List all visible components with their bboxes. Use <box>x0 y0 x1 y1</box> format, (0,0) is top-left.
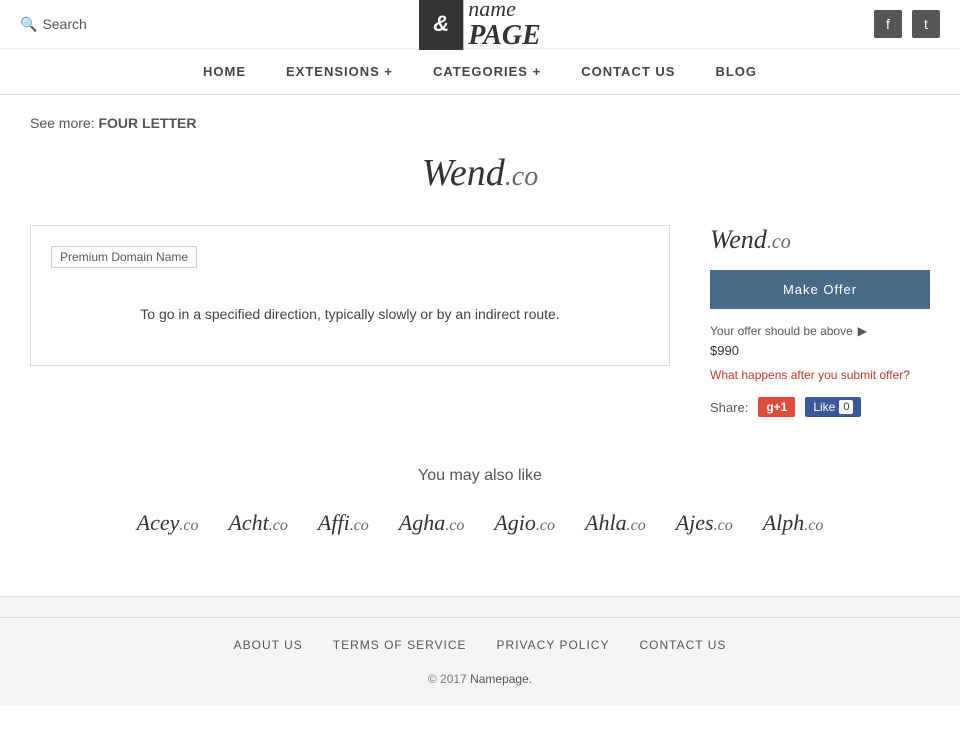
social-icons: f t <box>874 10 940 38</box>
google-plus-button[interactable]: g+1 <box>758 397 795 417</box>
footer-links: ABOUT US TERMS OF SERVICE PRIVACY POLICY… <box>0 638 960 652</box>
search-label: Search <box>42 16 86 32</box>
nav-item-blog[interactable]: BLOG <box>715 64 757 79</box>
fb-count: 0 <box>839 400 853 414</box>
item-tld: .co <box>269 517 288 534</box>
logo-text: name PAGE <box>468 0 541 52</box>
nav-item-home[interactable]: HOME <box>203 64 246 79</box>
left-panel: Premium Domain Name To go in a specified… <box>30 225 670 366</box>
main-layout: Premium Domain Name To go in a specified… <box>30 225 930 417</box>
item-tld: .co <box>804 517 823 534</box>
share-row: Share: g+1 Like 0 <box>710 397 930 417</box>
copyright: © 2017 Namepage. <box>0 672 960 686</box>
item-name: Alph <box>763 510 805 535</box>
breadcrumb-prefix: See more: <box>30 115 95 131</box>
logo-page: PAGE <box>468 21 541 52</box>
offer-hint: Your offer should be above ▶ <box>710 324 930 338</box>
twitter-icon[interactable]: t <box>912 10 940 38</box>
item-tld: .co <box>350 517 369 534</box>
arrow-icon: ▶ <box>858 324 867 338</box>
list-item[interactable]: Alph.co <box>763 510 824 536</box>
logo-link[interactable]: & name PAGE <box>419 0 541 52</box>
item-name: Acey <box>137 510 180 535</box>
brand-link[interactable]: Namepage. <box>470 672 532 686</box>
facebook-icon[interactable]: f <box>874 10 902 38</box>
also-like-grid: Acey.co Acht.co Affi.co Agha.co Agio.co … <box>30 510 930 536</box>
make-offer-button[interactable]: Make Offer <box>710 270 930 309</box>
list-item[interactable]: Acht.co <box>228 510 287 536</box>
site-header: 🔍 Search & name PAGE f t <box>0 0 960 49</box>
domain-name-large: Wend <box>422 152 505 194</box>
domain-heading: Wend.co <box>710 225 930 255</box>
copyright-year: © 2017 <box>428 672 467 686</box>
facebook-like-button[interactable]: Like 0 <box>805 397 861 417</box>
list-item[interactable]: Agio.co <box>494 510 555 536</box>
item-tld: .co <box>714 517 733 534</box>
item-tld: .co <box>445 517 464 534</box>
domain-tld: .co <box>767 231 791 253</box>
item-name: Ahla <box>585 510 627 535</box>
logo[interactable]: & name PAGE <box>419 0 541 52</box>
what-happens-link[interactable]: What happens after you submit offer? <box>710 368 930 382</box>
domain-title-large: Wend.co <box>30 151 930 195</box>
search-icon: 🔍 <box>20 16 37 33</box>
item-name: Agha <box>399 510 445 535</box>
domain-name: Wend <box>710 225 767 254</box>
share-label: Share: <box>710 400 748 415</box>
footer-link-about[interactable]: ABOUT US <box>234 638 303 652</box>
premium-label: Premium Domain Name <box>51 246 197 268</box>
item-name: Affi <box>318 510 350 535</box>
footer-link-terms[interactable]: TERMS OF SERVICE <box>333 638 467 652</box>
list-item[interactable]: Ajes.co <box>676 510 733 536</box>
logo-icon: & <box>419 0 463 50</box>
main-content: See more: FOUR LETTER Wend.co Premium Do… <box>0 95 960 556</box>
list-item[interactable]: Affi.co <box>318 510 369 536</box>
right-panel: Wend.co Make Offer Your offer should be … <box>710 225 930 417</box>
also-like-section: You may also like Acey.co Acht.co Affi.c… <box>30 467 930 536</box>
item-tld: .co <box>627 517 646 534</box>
offer-hint-text: Your offer should be above <box>710 324 853 338</box>
main-nav: HOME EXTENSIONS + CATEGORIES + CONTACT U… <box>0 49 960 95</box>
item-tld: .co <box>179 517 198 534</box>
fb-like-label: Like <box>813 400 835 414</box>
list-item[interactable]: Agha.co <box>399 510 465 536</box>
nav-item-contact[interactable]: CONTACT US <box>581 64 675 79</box>
list-item[interactable]: Ahla.co <box>585 510 646 536</box>
breadcrumb-link[interactable]: FOUR LETTER <box>98 115 196 131</box>
breadcrumb: See more: FOUR LETTER <box>30 115 930 131</box>
domain-tld-large: .co <box>505 161 538 192</box>
logo-name: name <box>468 0 541 21</box>
site-footer: ABOUT US TERMS OF SERVICE PRIVACY POLICY… <box>0 596 960 706</box>
nav-item-extensions[interactable]: EXTENSIONS + <box>286 64 393 79</box>
item-name: Acht <box>228 510 268 535</box>
search-button[interactable]: 🔍 Search <box>20 16 87 33</box>
domain-definition: To go in a specified direction, typicall… <box>51 283 649 345</box>
nav-item-categories[interactable]: CATEGORIES + <box>433 64 541 79</box>
list-item[interactable]: Acey.co <box>137 510 199 536</box>
item-name: Ajes <box>676 510 714 535</box>
also-like-title: You may also like <box>30 467 930 485</box>
item-name: Agio <box>494 510 536 535</box>
footer-link-contact[interactable]: CONTACT US <box>639 638 726 652</box>
offer-amount: $990 <box>710 343 930 358</box>
item-tld: .co <box>536 517 555 534</box>
footer-link-privacy[interactable]: PRIVACY POLICY <box>497 638 610 652</box>
